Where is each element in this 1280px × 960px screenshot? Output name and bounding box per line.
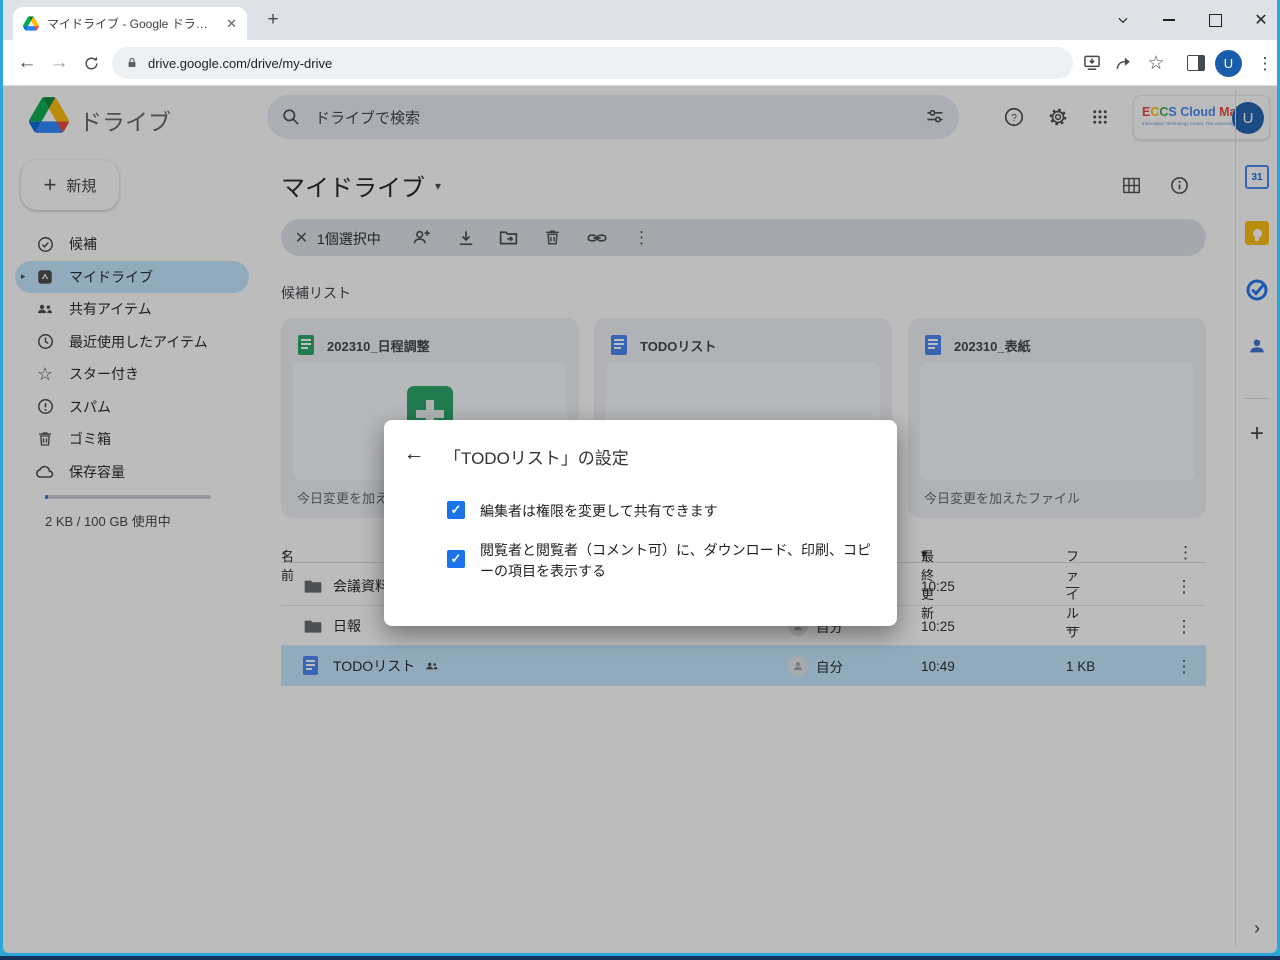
bookmark-star-icon[interactable]: ☆ <box>1144 51 1168 75</box>
check-icon: ✓ <box>451 551 462 567</box>
browser-tab[interactable]: マイドライブ - Google ドライブ ✕ <box>13 7 247 40</box>
option-label: 閲覧者と閲覧者（コメント可）に、ダウンロード、印刷、コピーの項目を表示する <box>480 540 880 582</box>
share-icon[interactable] <box>1112 51 1136 75</box>
new-tab-button[interactable]: + <box>261 8 285 32</box>
browser-profile-avatar[interactable]: U <box>1215 50 1242 77</box>
tab-close-icon[interactable]: ✕ <box>226 17 237 30</box>
checkbox-checked[interactable]: ✓ <box>447 501 465 519</box>
dialog-back-icon[interactable]: ← <box>402 442 426 466</box>
tab-title: マイドライブ - Google ドライブ <box>47 15 218 32</box>
drive-favicon <box>23 16 39 31</box>
dialog-title: 「TODOリスト」の設定 <box>444 444 629 469</box>
share-settings-dialog: ← 「TODOリスト」の設定 ✓ 編集者は権限を変更して共有できます ✓ 閲覧者… <box>384 420 897 626</box>
close-window-button[interactable]: ✕ <box>1247 6 1275 34</box>
check-icon: ✓ <box>451 502 462 518</box>
refresh-button[interactable] <box>79 51 103 75</box>
tab-search-chevron-icon[interactable] <box>1109 6 1137 34</box>
side-panel-icon[interactable] <box>1184 51 1208 75</box>
address-bar[interactable]: drive.google.com/drive/my-drive <box>112 47 1073 79</box>
lock-icon <box>126 56 138 70</box>
forward-button: → <box>47 51 71 75</box>
dialog-option: ✓ 編集者は権限を変更して共有できます <box>447 501 718 522</box>
download-page-icon[interactable] <box>1080 51 1104 75</box>
checkbox-checked[interactable]: ✓ <box>447 550 465 568</box>
browser-window: マイドライブ - Google ドライブ ✕ + ✕ ← → drive.goo… <box>3 0 1277 953</box>
tab-strip: マイドライブ - Google ドライブ ✕ + ✕ <box>3 0 1277 40</box>
back-button[interactable]: ← <box>15 51 39 75</box>
dialog-option: ✓ 閲覧者と閲覧者（コメント可）に、ダウンロード、印刷、コピーの項目を表示する <box>447 540 880 582</box>
browser-menu-kebab-icon[interactable]: ⋮ <box>1253 51 1277 75</box>
url-text: drive.google.com/drive/my-drive <box>148 56 332 71</box>
maximize-button[interactable] <box>1201 6 1229 34</box>
desktop: マイドライブ - Google ドライブ ✕ + ✕ ← → drive.goo… <box>0 0 1280 960</box>
option-label: 編集者は権限を変更して共有できます <box>480 501 718 522</box>
minimize-button[interactable] <box>1155 6 1183 34</box>
